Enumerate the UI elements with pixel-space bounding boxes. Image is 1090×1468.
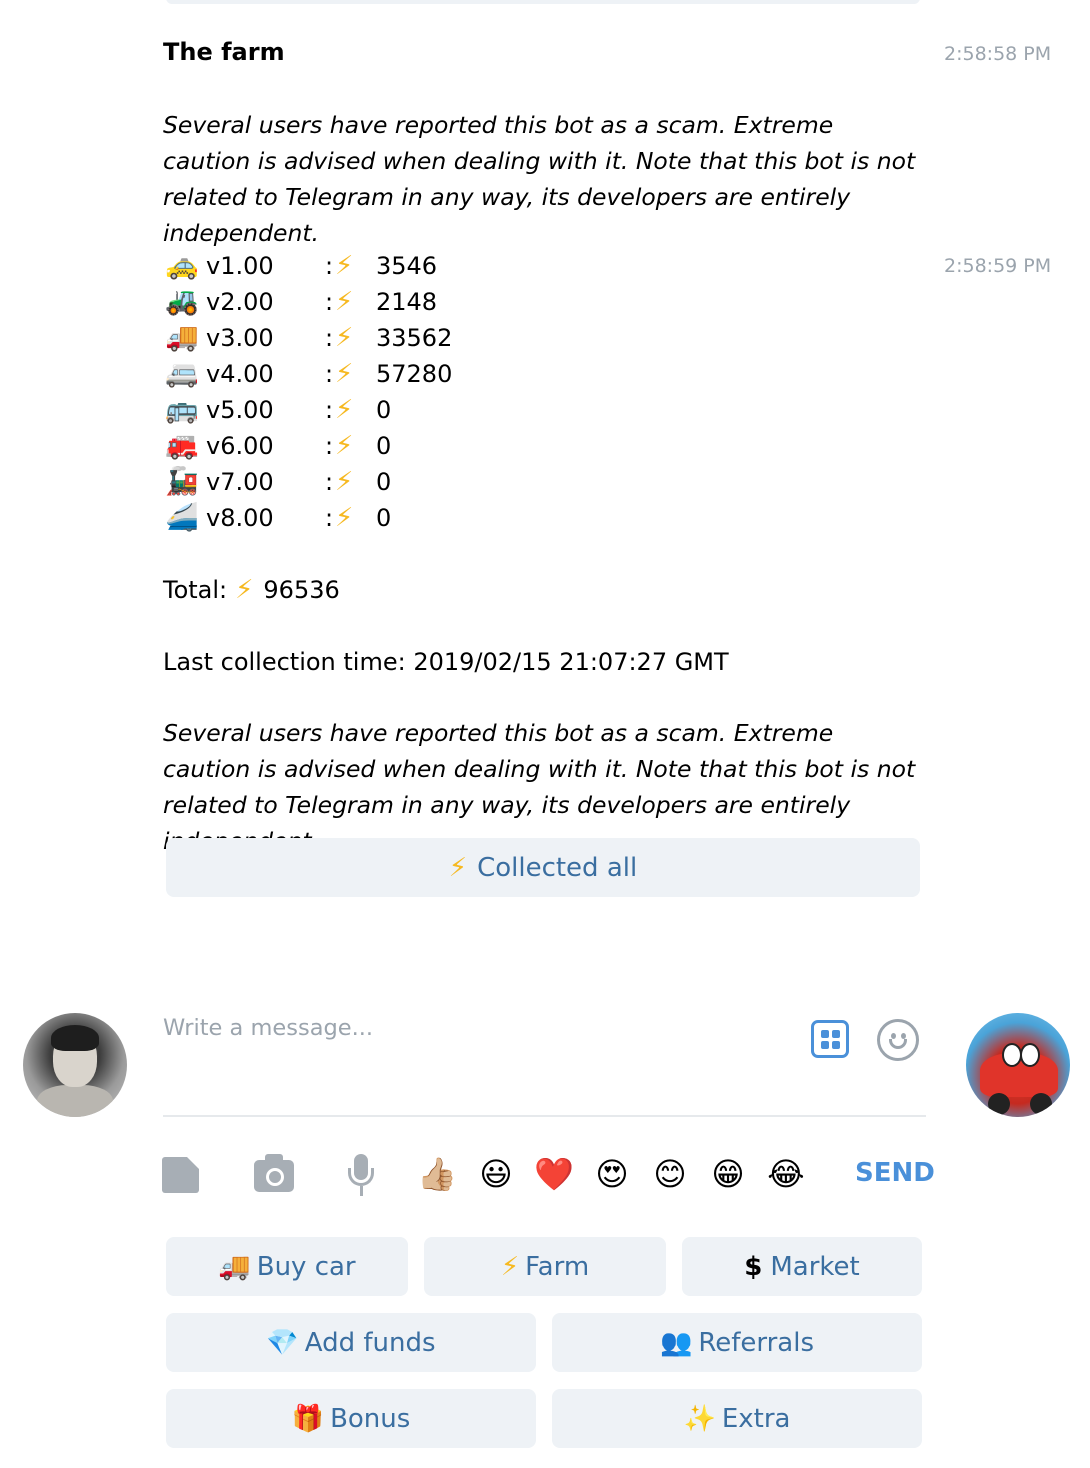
version-label: v7.00: [206, 468, 274, 496]
button-label: Extra: [721, 1403, 791, 1434]
bot-avatar[interactable]: [966, 1013, 1070, 1117]
vehicle-icon: 🚕: [165, 250, 199, 281]
user-avatar[interactable]: [23, 1013, 127, 1117]
camera-icon[interactable]: [254, 1154, 294, 1192]
energy-value: 0: [376, 432, 392, 460]
button-label: Bonus: [330, 1403, 411, 1434]
message-input[interactable]: Write a message...: [163, 1015, 373, 1041]
vehicle-icon: 🚐: [165, 358, 199, 389]
emoji-picker-icon[interactable]: [877, 1019, 919, 1061]
bot-commands-icon[interactable]: [811, 1020, 849, 1058]
energy-value: 0: [376, 396, 392, 424]
bolt-icon: ⚡: [335, 467, 354, 497]
truck-icon: 🚚: [218, 1251, 251, 1282]
colon: :: [325, 324, 334, 352]
message-time: 2:58:58 PM: [944, 43, 1052, 65]
message-time: 2:58:59 PM: [944, 255, 1052, 277]
button-label: Farm: [525, 1251, 590, 1282]
energy-value: 33562: [376, 324, 453, 352]
colon: :: [325, 432, 334, 460]
bolt-icon: ⚡: [500, 1251, 520, 1282]
quick-emoji[interactable]: 👍🏼: [416, 1153, 458, 1195]
sender-name: The farm: [163, 38, 285, 66]
vehicle-icon: 🚂: [165, 466, 199, 497]
quick-emoji[interactable]: 😃: [475, 1153, 517, 1195]
quick-emoji[interactable]: 😁: [707, 1153, 749, 1195]
collected-all-button[interactable]: ⚡ Collected all: [166, 838, 920, 897]
microphone-icon[interactable]: [344, 1154, 380, 1198]
colon: :: [325, 504, 334, 532]
colon: :: [325, 396, 334, 424]
button-label: Market: [770, 1251, 860, 1282]
bolt-icon: ⚡: [335, 287, 354, 317]
energy-value: 3546: [376, 252, 438, 280]
quick-emoji[interactable]: 😍: [591, 1153, 633, 1195]
total-label: Total:: [163, 576, 228, 604]
bolt-icon: ⚡: [448, 852, 468, 883]
total-value: 96536: [263, 576, 340, 604]
buy-car-button[interactable]: 🚚 Buy car: [166, 1237, 408, 1296]
market-button[interactable]: $ Market: [682, 1237, 922, 1296]
button-label: Referrals: [698, 1327, 815, 1358]
colon: :: [325, 468, 334, 496]
button-label: Collected all: [477, 852, 638, 883]
scam-warning: Several users have reported this bot as …: [163, 111, 916, 247]
button-label: Add funds: [304, 1327, 436, 1358]
version-label: v2.00: [206, 288, 274, 316]
users-icon: 👥: [659, 1327, 693, 1358]
energy-value: 57280: [376, 360, 453, 388]
bolt-icon: ⚡: [335, 395, 354, 425]
version-label: v5.00: [206, 396, 274, 424]
energy-value: 0: [376, 504, 392, 532]
last-collection-time: Last collection time: 2019/02/15 21:07:2…: [163, 648, 729, 676]
attach-file-icon[interactable]: [162, 1157, 199, 1193]
total-line: Total: ⚡ 96536: [163, 572, 340, 608]
version-label: v6.00: [206, 432, 274, 460]
button-label: Buy car: [256, 1251, 356, 1282]
bolt-icon: ⚡: [235, 575, 254, 605]
colon: :: [325, 360, 334, 388]
dollar-icon: $: [744, 1251, 763, 1282]
bolt-icon: ⚡: [335, 359, 354, 389]
extra-button[interactable]: ✨ Extra: [552, 1389, 922, 1448]
farm-button[interactable]: ⚡ Farm: [424, 1237, 666, 1296]
vehicle-icon: 🚒: [165, 430, 199, 461]
quick-emoji[interactable]: 😊: [649, 1153, 691, 1195]
bonus-button[interactable]: 🎁 Bonus: [166, 1389, 536, 1448]
vehicle-icon: 🚌: [165, 394, 199, 425]
bolt-icon: ⚡: [335, 431, 354, 461]
vehicle-icon: 🚄: [165, 502, 199, 533]
energy-value: 0: [376, 468, 392, 496]
version-label: v4.00: [206, 360, 274, 388]
composer-divider: [163, 1115, 926, 1117]
referrals-button[interactable]: 👥 Referrals: [552, 1313, 922, 1372]
previous-message-button: [166, 0, 920, 4]
quick-emoji[interactable]: ❤️: [533, 1153, 575, 1195]
colon: :: [325, 288, 334, 316]
vehicle-icon: 🚜: [165, 286, 199, 317]
gift-icon: 🎁: [291, 1403, 325, 1434]
bolt-icon: ⚡: [335, 323, 354, 353]
version-label: v3.00: [206, 324, 274, 352]
add-funds-button[interactable]: 💎 Add funds: [166, 1313, 536, 1372]
quick-emoji[interactable]: 😂: [765, 1153, 807, 1195]
bolt-icon: ⚡: [335, 503, 354, 533]
diamond-icon: 💎: [266, 1327, 299, 1358]
energy-value: 2148: [376, 288, 438, 316]
colon: :: [325, 252, 334, 280]
bolt-icon: ⚡: [335, 251, 354, 281]
version-label: v1.00: [206, 252, 274, 280]
vehicle-icon: 🚚: [165, 322, 199, 353]
send-button[interactable]: SEND: [855, 1158, 935, 1188]
sparkles-icon: ✨: [683, 1403, 716, 1434]
version-label: v8.00: [206, 504, 274, 532]
